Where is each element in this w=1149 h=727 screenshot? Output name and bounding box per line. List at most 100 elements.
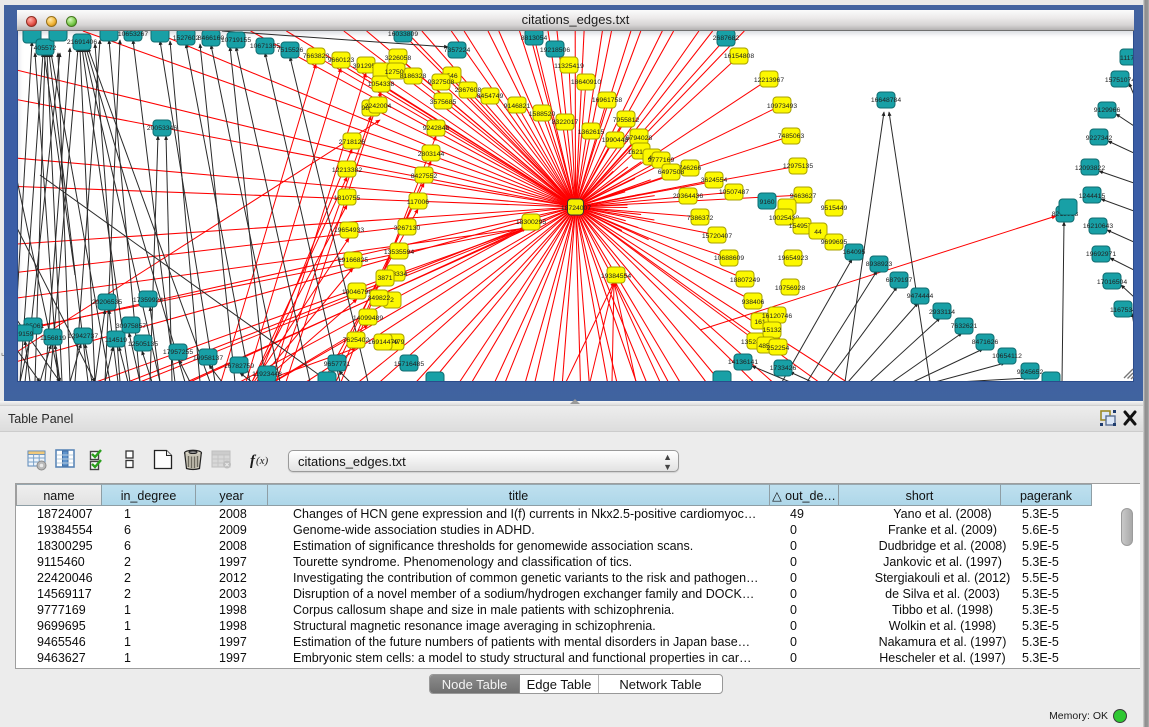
svg-text:19654923: 19654923 (778, 255, 808, 262)
svg-text:10719155: 10719155 (221, 37, 251, 44)
svg-text:9657771: 9657771 (324, 361, 351, 368)
svg-text:9660123: 9660123 (328, 57, 355, 64)
svg-text:7485063: 7485063 (778, 133, 805, 140)
svg-text:11174: 11174 (1120, 55, 1134, 62)
svg-text:10654112: 10654112 (992, 353, 1022, 360)
svg-text:7625402: 7625402 (343, 337, 370, 344)
svg-text:2687682: 2687682 (713, 35, 740, 42)
svg-text:1990448: 1990448 (602, 137, 629, 144)
svg-text:15716485: 15716485 (394, 361, 424, 368)
svg-text:18807249: 18807249 (730, 277, 760, 284)
svg-text:938406: 938406 (742, 299, 765, 306)
svg-text:6794028: 6794028 (626, 135, 653, 142)
svg-text:21691406: 21691406 (67, 39, 97, 46)
svg-text:13535594: 13535594 (384, 249, 414, 256)
svg-text:16914479: 16914479 (368, 339, 398, 346)
svg-text:8938923: 8938923 (866, 261, 893, 268)
svg-text:12213382: 12213382 (332, 167, 362, 174)
svg-text:2803144: 2803144 (418, 151, 445, 158)
svg-text:8813054: 8813054 (521, 35, 548, 42)
svg-text:9327508: 9327508 (428, 79, 455, 86)
svg-text:164095: 164095 (843, 249, 866, 256)
svg-text:12975135: 12975135 (783, 163, 813, 170)
svg-text:15751074: 15751074 (1105, 77, 1134, 84)
svg-text:1527602: 1527602 (173, 35, 200, 42)
svg-text:8186328: 8186328 (400, 73, 427, 80)
svg-text:1167534: 1167534 (1110, 307, 1134, 314)
svg-text:20206535: 20206535 (92, 299, 122, 306)
svg-text:114519: 114519 (105, 337, 127, 344)
svg-text:9515449: 9515449 (821, 205, 848, 212)
svg-text:7663822: 7663822 (303, 53, 330, 60)
svg-text:3624554: 3624554 (701, 177, 728, 184)
svg-text:19692971: 19692971 (1086, 251, 1116, 258)
svg-text:1156819: 1156819 (40, 335, 66, 342)
svg-text:3267130: 3267130 (394, 225, 421, 232)
svg-text:17359924: 17359924 (133, 297, 163, 304)
svg-text:10507487: 10507487 (719, 189, 749, 196)
svg-text:16033809: 16033809 (388, 31, 418, 38)
svg-text:9245652: 9245652 (1017, 369, 1044, 376)
svg-text:11923448: 11923448 (252, 371, 282, 378)
svg-text:2: 2 (390, 297, 394, 304)
svg-text:8454749: 8454749 (477, 93, 504, 100)
svg-text:405572: 405572 (34, 45, 57, 52)
svg-text:2933114: 2933114 (929, 309, 955, 316)
svg-text:1588520: 1588520 (529, 111, 556, 118)
svg-text:17016504: 17016504 (1097, 279, 1127, 286)
svg-text:7632621: 7632621 (951, 323, 978, 330)
svg-text:15720407: 15720407 (702, 233, 732, 240)
svg-text:10958137: 10958137 (193, 355, 223, 362)
svg-text:18300295: 18300295 (516, 219, 546, 226)
svg-text:30975857: 30975857 (116, 323, 146, 330)
svg-text:7515526: 7515526 (277, 47, 304, 54)
svg-text:15132: 15132 (763, 327, 782, 334)
svg-text:19654933: 19654933 (334, 227, 364, 234)
svg-text:8322017: 8322017 (552, 119, 579, 126)
svg-text:9777169: 9777169 (648, 157, 675, 164)
svg-text:16961758: 16961758 (592, 97, 622, 104)
svg-text:349822: 349822 (368, 295, 391, 302)
svg-text:12942737: 12942737 (68, 333, 98, 340)
svg-text:3871: 3871 (377, 275, 392, 282)
svg-text:9242848: 9242848 (423, 125, 450, 132)
svg-text:6879197: 6879197 (886, 277, 913, 284)
svg-text:9146821: 9146821 (504, 103, 531, 110)
svg-text:19384554: 19384554 (601, 273, 631, 280)
svg-text:2718126: 2718126 (339, 139, 366, 146)
svg-text:14136141: 14136141 (728, 359, 758, 366)
svg-text:11325419: 11325419 (554, 63, 584, 70)
svg-text:16120746: 16120746 (762, 313, 792, 320)
svg-text:20053346: 20053346 (147, 125, 177, 132)
svg-text:2242004: 2242004 (365, 103, 392, 110)
svg-text:1810755: 1810755 (334, 195, 361, 202)
svg-text:8427552: 8427552 (411, 173, 438, 180)
svg-text:252254: 252254 (767, 345, 790, 352)
svg-text:1362615: 1362615 (578, 129, 605, 136)
svg-text:1733426: 1733426 (770, 365, 797, 372)
svg-text:7955812: 7955812 (613, 117, 640, 124)
svg-text:20364436: 20364436 (673, 193, 703, 200)
svg-text:39159: 39159 (17, 331, 34, 338)
svg-text:8471626: 8471626 (972, 339, 999, 346)
svg-text:9129966: 9129966 (1094, 107, 1121, 114)
svg-text:44: 44 (814, 229, 822, 236)
svg-text:9160: 9160 (759, 199, 774, 206)
svg-text:9474444: 9474444 (907, 293, 934, 300)
svg-text:16154808: 16154808 (724, 53, 754, 60)
svg-text:16648784: 16648784 (871, 97, 901, 104)
svg-text:3226058: 3226058 (385, 55, 412, 62)
svg-text:6497508: 6497508 (658, 169, 685, 176)
svg-text:17957255: 17957255 (163, 349, 193, 356)
svg-text:7386372: 7386372 (687, 215, 714, 222)
svg-text:14099489: 14099489 (353, 315, 383, 322)
svg-text:19166825: 19166825 (338, 257, 368, 264)
svg-text:16210643: 16210643 (1083, 223, 1113, 230)
svg-text:1054338: 1054338 (368, 81, 395, 88)
svg-text:7357224: 7357224 (444, 47, 471, 54)
svg-text:18724007: 18724007 (561, 205, 591, 212)
svg-text:10653267: 10653267 (118, 31, 148, 38)
svg-text:12093822: 12093822 (1075, 165, 1105, 172)
svg-text:12505135: 12505135 (128, 341, 158, 348)
svg-text:12213967: 12213967 (754, 77, 784, 84)
